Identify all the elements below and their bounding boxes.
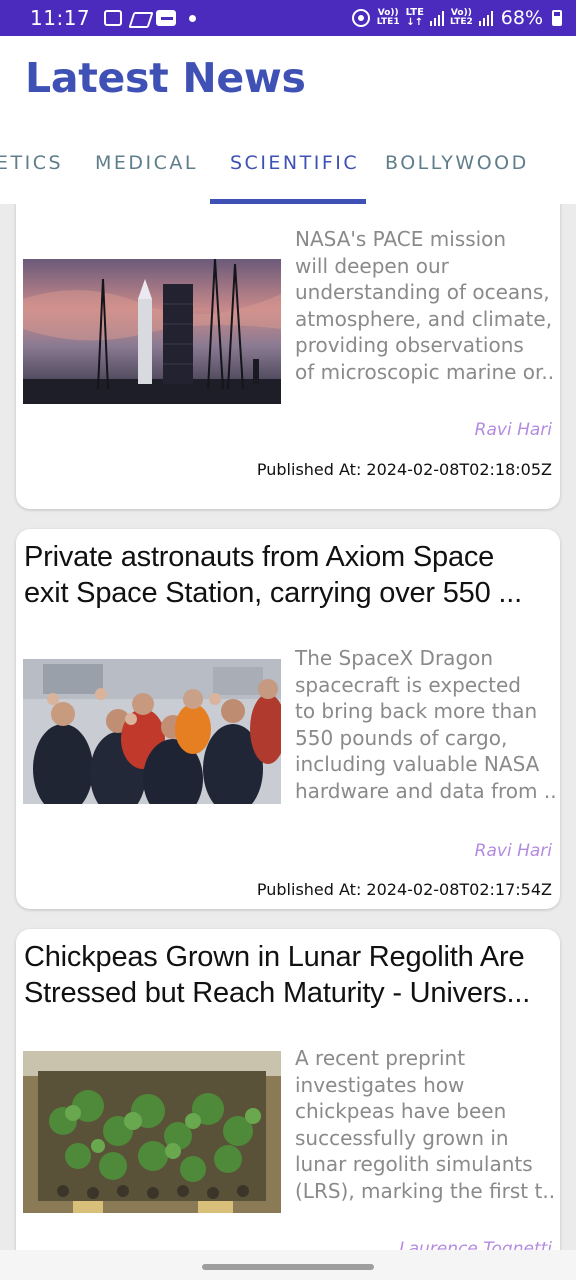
news-card[interactable]: NASA's PACE mission will deepen our unde… [16, 204, 560, 509]
article-description: NASA's PACE mission will deepen our unde… [295, 226, 555, 385]
description-line: NASA's PACE mission [295, 227, 507, 251]
lte-arrows: ↓↑ [406, 17, 424, 28]
description-line: spacecraft is expected [295, 672, 521, 697]
description-line: will deepen our [295, 253, 449, 278]
description-line: hardware and data from ... [295, 778, 555, 803]
page-title: Latest News [25, 54, 306, 102]
description-line: including valuable NASA [295, 752, 540, 776]
news-card[interactable]: Chickpeas Grown in Lunar Regolith Are St… [16, 929, 560, 1250]
article-image[interactable] [23, 659, 281, 804]
status-bar: 11:17 Vo)) LTE1 LTE ↓↑ Vo)) LTE2 68% [0, 0, 576, 36]
title-line: exit Space Station, carrying over 550 ..… [24, 577, 522, 609]
description-line: (LRS), marking the first t... [295, 1178, 555, 1203]
description-line: A recent preprint [295, 1046, 466, 1070]
tab-bollywood[interactable]: BOLLYWOOD [385, 152, 529, 174]
lte-icon: LTE ↓↑ [406, 8, 424, 28]
description-line: providing observations [295, 333, 524, 357]
description-line: to bring back more than [295, 699, 538, 723]
article-author: Ravi Hari [474, 420, 552, 440]
description-line: 550 pounds of cargo, [295, 725, 508, 750]
volte-sim1-bottom: LTE1 [376, 17, 400, 27]
description-line: atmosphere, and climate, [295, 306, 553, 331]
more-notifications-dot-icon [189, 14, 197, 22]
title-line: Private astronauts from Axiom Space [24, 541, 495, 573]
article-title[interactable]: Chickpeas Grown in Lunar Regolith Are St… [24, 939, 554, 1011]
news-list[interactable]: NASA's PACE mission will deepen our unde… [0, 204, 576, 1250]
tab-scientific[interactable]: SCIENTIFIC [230, 152, 359, 174]
title-line: Stressed but Reach Maturity - Univers... [24, 977, 531, 1009]
article-author: Ravi Hari [474, 841, 552, 861]
volte-sim2-icon: Vo)) LTE2 [450, 9, 473, 27]
description-line: The SpaceX Dragon [295, 646, 494, 670]
article-published-date: Published At: 2024-02-08T02:18:05Z [256, 460, 552, 479]
tab-genetics[interactable]: ETICS [0, 152, 63, 174]
signal-sim2-icon [478, 10, 493, 26]
description-line: understanding of oceans, [295, 280, 550, 304]
rocket-launch-photo [23, 259, 281, 404]
description-line: chickpeas have been [295, 1099, 507, 1123]
article-description: The SpaceX Dragon spacecraft is expected… [295, 645, 555, 804]
gesture-handle[interactable] [202, 1264, 374, 1270]
battery-percent: 68% [500, 7, 543, 29]
description-line: investigates how [295, 1072, 465, 1097]
signal-sim1-icon [429, 10, 444, 26]
navigation-bar [0, 1250, 576, 1280]
article-image[interactable] [23, 259, 281, 404]
article-image[interactable] [23, 1051, 281, 1213]
description-line: successfully grown in [295, 1125, 509, 1150]
title-line: Chickpeas Grown in Lunar Regolith Are [24, 941, 525, 973]
category-tabs: ETICS MEDICAL SCIENTIFIC BOLLYWOOD [0, 122, 576, 204]
app-notification-icon [129, 10, 149, 26]
status-time: 11:17 [30, 6, 91, 30]
article-title[interactable]: Private astronauts from Axiom Space exit… [24, 539, 554, 611]
description-line: lunar regolith simulants [295, 1152, 533, 1176]
chickpea-plants-photo [23, 1051, 281, 1213]
article-description: A recent preprint investigates how chick… [295, 1045, 555, 1204]
hotspot-icon [351, 8, 371, 28]
tab-medical[interactable]: MEDICAL [95, 152, 198, 174]
news-card[interactable]: Private astronauts from Axiom Space exit… [16, 529, 560, 909]
description-line: of microscopic marine or... [295, 359, 555, 384]
volte-sim1-icon: Vo)) LTE1 [377, 9, 400, 27]
article-published-date: Published At: 2024-02-08T02:17:54Z [256, 880, 552, 899]
volte-sim2-bottom: LTE2 [449, 17, 473, 27]
astronauts-photo [23, 659, 281, 804]
gallery-icon [104, 10, 123, 26]
paytm-icon [156, 10, 177, 26]
system-icons: Vo)) LTE1 LTE ↓↑ Vo)) LTE2 68% [351, 7, 562, 29]
notification-icons [104, 10, 197, 26]
app-bar: Latest News [0, 36, 576, 122]
battery-icon [552, 10, 562, 26]
article-author: Laurence Tognetti [399, 1239, 552, 1250]
